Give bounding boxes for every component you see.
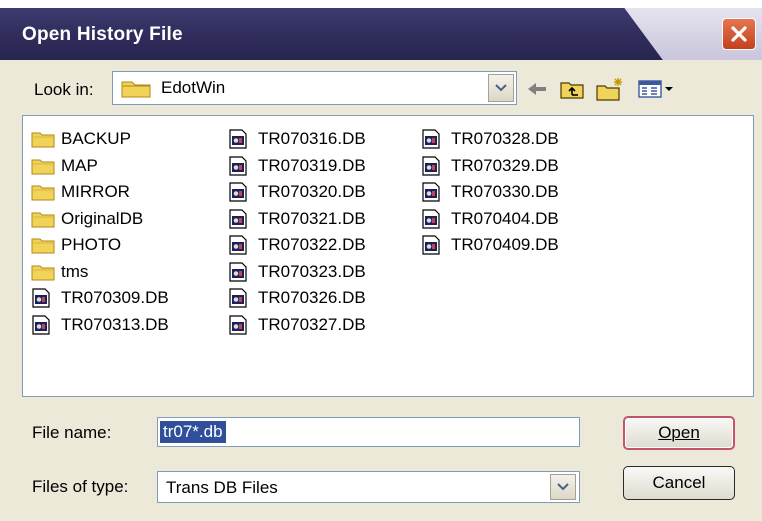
look-in-dropdown-button[interactable] bbox=[488, 74, 514, 102]
files-of-type-label: Files of type: bbox=[32, 477, 129, 496]
file-name-input[interactable]: tr07*.db bbox=[157, 417, 580, 447]
list-item-label: TR070321.DB bbox=[258, 208, 366, 228]
list-item-label: TR070326.DB bbox=[258, 288, 366, 308]
window-title: Open History File bbox=[22, 24, 183, 45]
list-item[interactable]: tms bbox=[31, 259, 169, 286]
chevron-down-icon bbox=[557, 483, 569, 491]
open-button-label: Open bbox=[658, 423, 700, 442]
list-item[interactable]: TR070409.DB bbox=[421, 232, 559, 259]
views-menu-button[interactable] bbox=[636, 76, 676, 102]
db-file-icon bbox=[228, 156, 254, 176]
db-file-icon bbox=[228, 129, 254, 149]
back-button[interactable] bbox=[523, 76, 551, 102]
list-item[interactable]: PHOTO bbox=[31, 232, 169, 259]
list-item[interactable]: TR070320.DB bbox=[228, 179, 366, 206]
list-item-label: TR070316.DB bbox=[258, 129, 366, 149]
file-column-1: BACKUP MAP MIRROR OriginalDB PHOTO tms TR07030… bbox=[31, 126, 169, 338]
list-item-label: TR070319.DB bbox=[258, 155, 366, 175]
look-in-value: EdotWin bbox=[161, 78, 226, 97]
folder-icon bbox=[31, 209, 57, 229]
close-icon bbox=[731, 26, 747, 42]
list-item-label: TR070404.DB bbox=[451, 208, 559, 228]
files-of-type-value: Trans DB Files bbox=[166, 478, 278, 497]
list-item[interactable]: TR070313.DB bbox=[31, 312, 169, 339]
db-file-icon bbox=[228, 288, 254, 308]
db-file-icon bbox=[228, 262, 254, 282]
list-item-label: TR070323.DB bbox=[258, 261, 366, 281]
db-file-icon bbox=[228, 182, 254, 202]
up-folder-icon bbox=[560, 82, 584, 99]
list-item-label: TR070313.DB bbox=[61, 314, 169, 334]
list-item[interactable]: TR070326.DB bbox=[228, 285, 366, 312]
db-file-icon bbox=[228, 209, 254, 229]
list-item[interactable]: TR070404.DB bbox=[421, 206, 559, 233]
list-item[interactable]: TR070316.DB bbox=[228, 126, 366, 153]
db-file-icon bbox=[228, 235, 254, 255]
db-file-icon bbox=[421, 235, 447, 255]
list-item-label: TR070329.DB bbox=[451, 155, 559, 175]
db-file-icon bbox=[31, 288, 57, 308]
list-item-label: TR070322.DB bbox=[258, 235, 366, 255]
list-item[interactable]: BACKUP bbox=[31, 126, 169, 153]
file-name-value: tr07*.db bbox=[160, 421, 226, 443]
list-item[interactable]: TR070328.DB bbox=[421, 126, 559, 153]
cancel-button[interactable]: Cancel bbox=[623, 466, 735, 500]
new-folder-button[interactable] bbox=[594, 76, 626, 102]
up-folder-button[interactable] bbox=[557, 76, 587, 102]
list-item-label: TR070309.DB bbox=[61, 288, 169, 308]
list-item[interactable]: TR070309.DB bbox=[31, 285, 169, 312]
db-file-icon bbox=[421, 129, 447, 149]
file-column-3: TR070328.DB TR070329.DB TR070330.DB TR07040… bbox=[421, 126, 559, 259]
list-item-label: MAP bbox=[61, 155, 98, 175]
list-item-label: TR070409.DB bbox=[451, 235, 559, 255]
new-folder-icon bbox=[596, 78, 622, 101]
list-item[interactable]: TR070323.DB bbox=[228, 259, 366, 286]
back-arrow-icon bbox=[528, 83, 546, 95]
folder-icon bbox=[121, 78, 151, 103]
folder-icon bbox=[31, 129, 57, 149]
files-of-type-select[interactable]: Trans DB Files bbox=[157, 471, 580, 503]
look-in-combo[interactable]: EdotWin bbox=[112, 71, 517, 105]
db-file-icon bbox=[421, 156, 447, 176]
list-item-label: TR070330.DB bbox=[451, 182, 559, 202]
list-item-label: TR070327.DB bbox=[258, 314, 366, 334]
list-item-label: TR070328.DB bbox=[451, 129, 559, 149]
open-button[interactable]: Open bbox=[623, 416, 735, 450]
folder-icon bbox=[31, 182, 57, 202]
open-history-dialog: Open History File Look in: EdotWin BACKU… bbox=[0, 0, 762, 521]
file-name-label: File name: bbox=[32, 423, 112, 442]
list-item[interactable]: TR070327.DB bbox=[228, 312, 366, 339]
list-item[interactable]: TR070321.DB bbox=[228, 206, 366, 233]
list-item-label: OriginalDB bbox=[61, 208, 144, 228]
chevron-down-icon bbox=[495, 84, 507, 92]
desktop-strip bbox=[0, 0, 762, 8]
folder-icon bbox=[31, 262, 57, 282]
list-item-label: PHOTO bbox=[61, 235, 122, 255]
list-item-label: BACKUP bbox=[61, 129, 131, 149]
list-item-label: MIRROR bbox=[61, 182, 130, 202]
list-item[interactable]: TR070319.DB bbox=[228, 153, 366, 180]
db-file-icon bbox=[31, 315, 57, 335]
list-item-label: tms bbox=[61, 261, 89, 281]
list-item[interactable]: MIRROR bbox=[31, 179, 169, 206]
list-item[interactable]: TR070322.DB bbox=[228, 232, 366, 259]
db-file-icon bbox=[228, 315, 254, 335]
cancel-button-label: Cancel bbox=[652, 473, 706, 492]
files-of-type-dropdown-button[interactable] bbox=[550, 474, 576, 500]
list-item[interactable]: MAP bbox=[31, 153, 169, 180]
list-item[interactable]: TR070329.DB bbox=[421, 153, 559, 180]
view-list-icon bbox=[638, 80, 673, 98]
folder-icon bbox=[31, 235, 57, 255]
file-list[interactable]: BACKUP MAP MIRROR OriginalDB PHOTO tms TR07030… bbox=[22, 115, 754, 397]
close-button[interactable] bbox=[722, 18, 756, 50]
list-item[interactable]: TR070330.DB bbox=[421, 179, 559, 206]
file-column-2: TR070316.DB TR070319.DB TR070320.DB TR07032… bbox=[228, 126, 366, 338]
list-item[interactable]: OriginalDB bbox=[31, 206, 169, 233]
folder-icon bbox=[31, 156, 57, 176]
db-file-icon bbox=[421, 182, 447, 202]
db-file-icon bbox=[421, 209, 447, 229]
look-in-label: Look in: bbox=[34, 80, 94, 99]
list-item-label: TR070320.DB bbox=[258, 182, 366, 202]
